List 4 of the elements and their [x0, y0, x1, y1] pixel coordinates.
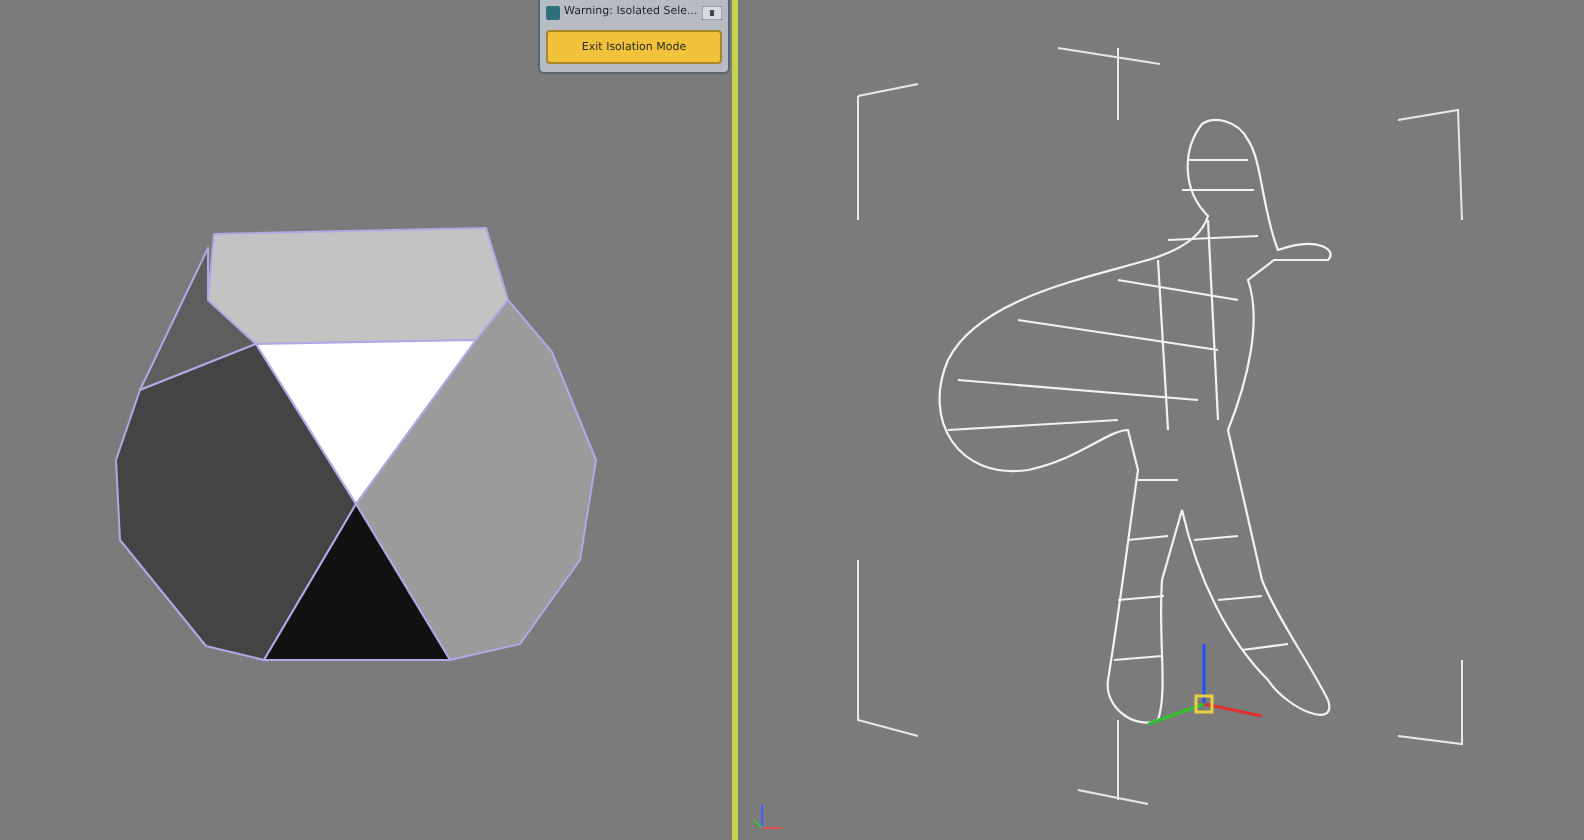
axis-icon — [753, 803, 783, 829]
app-icon — [546, 5, 560, 19]
pin-icon[interactable] — [702, 5, 722, 19]
transform-gizmo-icon — [1147, 644, 1263, 726]
